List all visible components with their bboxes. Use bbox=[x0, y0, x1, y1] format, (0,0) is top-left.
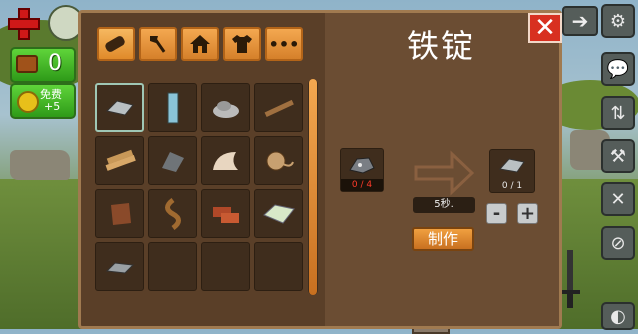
tab-more[interactable]: ••• bbox=[265, 27, 303, 61]
iron-ore-icon bbox=[349, 157, 375, 174]
metal-bar-icon bbox=[105, 261, 134, 274]
tab-tools[interactable] bbox=[139, 27, 177, 61]
item-iron-ingot[interactable] bbox=[95, 83, 144, 132]
item-leather[interactable] bbox=[95, 189, 144, 238]
scrollbar-thumb[interactable] bbox=[309, 79, 317, 295]
ingredient-slot: 0 / 4 bbox=[340, 148, 384, 192]
health-icon[interactable] bbox=[6, 6, 42, 42]
increase-button[interactable]: + bbox=[517, 203, 538, 224]
crafting-panel: ••• 铁锭 ✕ 0 / 4 0 / 1 5秒. - + 制作 bbox=[78, 10, 562, 329]
coin-icon bbox=[17, 91, 39, 113]
chest-icon bbox=[16, 55, 38, 73]
category-tabs: ••• bbox=[97, 27, 303, 61]
free-bonus: +5 bbox=[44, 100, 61, 113]
tab-resources[interactable] bbox=[97, 27, 135, 61]
item-slot-empty[interactable] bbox=[148, 242, 197, 291]
weapons-icon[interactable]: ✕ bbox=[601, 182, 635, 216]
item-glass[interactable] bbox=[148, 83, 197, 132]
glass-icon bbox=[167, 92, 178, 123]
more-icon: ••• bbox=[268, 34, 300, 54]
output-count: 0 / 1 bbox=[501, 181, 523, 191]
free-coins-button[interactable]: 免费 +5 bbox=[10, 83, 76, 119]
item-stone-pile[interactable] bbox=[201, 83, 250, 132]
item-slot-empty[interactable] bbox=[254, 242, 303, 291]
rope-icon bbox=[164, 197, 181, 230]
arrow-right-icon bbox=[414, 150, 474, 196]
item-rock-shard[interactable] bbox=[148, 136, 197, 185]
anvil-icon[interactable]: ⚒ bbox=[601, 139, 635, 173]
iron-ingot-icon bbox=[499, 158, 525, 173]
item-rope[interactable] bbox=[148, 189, 197, 238]
shirt-icon bbox=[232, 35, 252, 53]
rock-shard-icon bbox=[161, 151, 184, 172]
item-hide[interactable] bbox=[201, 136, 250, 185]
cement-block-icon bbox=[262, 203, 295, 224]
branch-icon bbox=[264, 99, 294, 117]
craft-button[interactable]: 制作 bbox=[412, 227, 474, 251]
output-slot: 0 / 1 bbox=[489, 149, 535, 193]
item-grid bbox=[91, 79, 305, 299]
recipe-title: 铁锭 bbox=[406, 27, 475, 65]
item-metal-bar[interactable] bbox=[95, 242, 144, 291]
item-cement-block[interactable] bbox=[254, 189, 303, 238]
item-slot-empty[interactable] bbox=[201, 242, 250, 291]
decrease-button[interactable]: - bbox=[486, 203, 507, 224]
compass-icon[interactable]: ⊘ bbox=[601, 226, 635, 260]
tab-building[interactable] bbox=[181, 27, 219, 61]
leather-icon bbox=[110, 202, 131, 225]
ingredient-count: 0 / 4 bbox=[341, 179, 383, 191]
item-planks[interactable] bbox=[95, 136, 144, 185]
chat-icon[interactable]: 💬 bbox=[601, 52, 635, 86]
craft-time: 5秒. bbox=[413, 197, 475, 213]
item-scrollbar[interactable] bbox=[308, 79, 318, 295]
item-rope-spool[interactable] bbox=[254, 136, 303, 185]
log-icon bbox=[105, 36, 125, 52]
exit-arrow-icon[interactable]: ➔ bbox=[562, 6, 598, 36]
iron-ingot-icon bbox=[105, 99, 134, 116]
map-icon[interactable]: ◐ bbox=[601, 302, 635, 330]
item-branch[interactable] bbox=[254, 83, 303, 132]
rope-spool-icon bbox=[266, 151, 294, 170]
stone-pile-icon bbox=[212, 100, 239, 118]
tab-clothing[interactable] bbox=[223, 27, 261, 61]
rock bbox=[10, 150, 70, 180]
house-icon bbox=[190, 35, 210, 53]
axe-icon bbox=[150, 36, 166, 53]
item-brick[interactable] bbox=[201, 189, 250, 238]
players-icon[interactable]: ⇅ bbox=[601, 96, 635, 130]
chest-count: 0 bbox=[48, 51, 62, 76]
brick-icon bbox=[212, 206, 239, 223]
close-button[interactable]: ✕ bbox=[528, 13, 562, 43]
hide-icon bbox=[212, 151, 238, 170]
chest-counter[interactable]: 0 bbox=[10, 47, 76, 83]
settings-gear-icon[interactable]: ⚙ bbox=[601, 4, 635, 38]
planks-icon bbox=[105, 149, 136, 171]
